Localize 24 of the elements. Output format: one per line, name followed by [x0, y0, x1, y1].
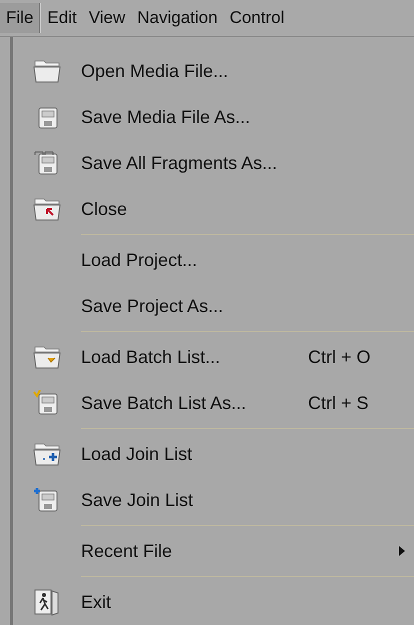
exit-door-icon — [33, 588, 61, 616]
menu-item[interactable]: Load Join List — [13, 431, 414, 477]
menu-bar-item[interactable]: Control — [224, 3, 290, 33]
menu-bar-item[interactable]: File — [0, 3, 40, 33]
menu-bar-item[interactable]: Navigation — [131, 3, 224, 33]
folder-icon — [33, 196, 61, 222]
menu-item[interactable]: Save Join List — [13, 477, 414, 523]
folder-icon — [33, 58, 61, 84]
menu-bar-item[interactable]: Edit — [41, 3, 83, 33]
menu-bar-item[interactable]: View — [82, 3, 132, 33]
menu-item[interactable]: Save Batch List As... Ctrl + S — [13, 380, 414, 426]
menu-item[interactable]: Close — [13, 186, 414, 232]
shortcut-text: Ctrl + S — [308, 392, 369, 414]
menu-item[interactable]: Load Batch List... Ctrl + O — [13, 334, 414, 380]
shortcut-text: Ctrl + O — [308, 346, 371, 368]
menu-item[interactable]: Open Media File... — [13, 48, 414, 94]
menu-item[interactable]: Load Project... — [13, 237, 414, 283]
menu-item[interactable]: Save All Fragments As... — [13, 140, 414, 186]
menu-item[interactable]: Recent File — [13, 528, 414, 574]
menu-item[interactable]: Save Project As... — [13, 283, 414, 329]
folder-icon — [33, 441, 61, 467]
menu-item[interactable]: Exit — [13, 579, 414, 625]
folder-icon — [33, 344, 61, 370]
menu-item[interactable]: Save Media File As... — [13, 94, 414, 140]
